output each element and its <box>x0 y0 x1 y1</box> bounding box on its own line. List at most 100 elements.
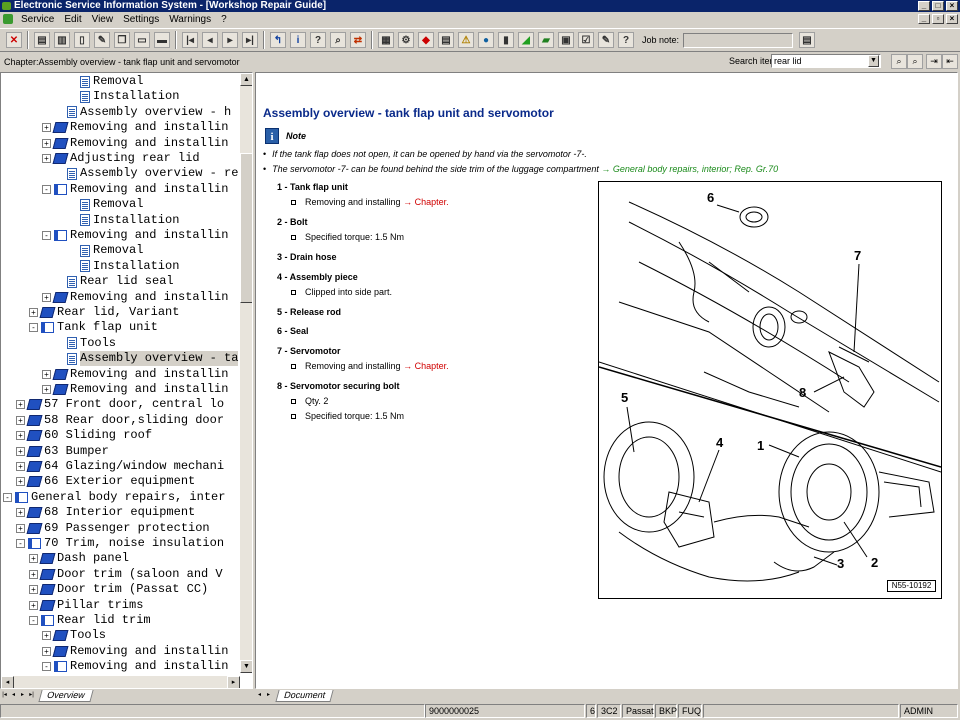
new-document-icon[interactable]: ▯ <box>74 32 90 48</box>
tree-item[interactable]: +57 Front door, central lo <box>16 397 224 412</box>
tab-document[interactable]: Document <box>275 689 334 702</box>
expand-icon[interactable]: + <box>16 400 25 410</box>
expand-icon[interactable]: + <box>29 308 38 317</box>
scroll-left-icon[interactable]: ◂ <box>1 676 14 688</box>
tree-item[interactable]: - Removing and installin <box>42 659 228 674</box>
diagnosis-icon[interactable]: ◆ <box>418 32 434 48</box>
job-note-edit-icon[interactable]: ▤ <box>799 32 816 48</box>
minimize-button[interactable]: _ <box>918 1 930 11</box>
scroll-down-icon[interactable]: ▼ <box>240 660 252 673</box>
tree-item[interactable]: Rear lid seal <box>67 274 174 289</box>
globe-icon[interactable]: ● <box>478 32 494 48</box>
next-page-icon[interactable]: ▸ <box>222 32 238 48</box>
up-level-icon[interactable]: ↰ <box>270 32 286 48</box>
search-dropdown-arrow-icon[interactable]: ▼ <box>868 55 879 67</box>
search-next-icon[interactable]: ⌕ <box>907 54 923 69</box>
tree-item[interactable]: + Removing and installin <box>42 120 228 135</box>
chapter-link[interactable]: → Chapter. <box>403 361 449 371</box>
tab-next-icon[interactable]: ▸ <box>18 691 27 700</box>
fuel-icon[interactable]: ▮ <box>498 32 514 48</box>
tree-item[interactable]: Removal <box>80 243 143 258</box>
tree-item[interactable]: +66 Exterior equipment <box>16 474 195 489</box>
collapse-icon[interactable]: - <box>3 492 12 502</box>
menu-edit[interactable]: Edit <box>59 12 86 27</box>
tab-last-icon[interactable]: ▸| <box>27 691 36 700</box>
tree-item[interactable]: Assembly overview - h <box>67 105 231 120</box>
collapse-icon[interactable]: - <box>42 184 51 194</box>
menu-warnings[interactable]: Warnings <box>164 12 216 27</box>
document-list-icon[interactable]: ▤ <box>438 32 454 48</box>
menu-help[interactable]: ? <box>216 12 232 27</box>
tree-item[interactable]: - Removing and installin <box>42 182 228 197</box>
last-page-icon[interactable]: ▸| <box>242 32 258 48</box>
expand-icon[interactable]: + <box>16 446 25 456</box>
collapse-icon[interactable]: - <box>29 616 38 625</box>
expand-icon[interactable]: + <box>29 585 38 595</box>
expand-icon[interactable]: + <box>42 631 51 641</box>
tree-item[interactable]: + Removing and installin <box>42 644 228 659</box>
workshop-icon[interactable]: ▣ <box>558 32 574 48</box>
checklist-icon[interactable]: ☑ <box>578 32 594 48</box>
expand-icon[interactable]: + <box>42 154 51 163</box>
expand-icon[interactable]: + <box>16 523 25 533</box>
tree-item[interactable]: Tools <box>67 336 116 351</box>
scroll-up-icon[interactable]: ▲ <box>240 73 252 86</box>
green-car-icon[interactable]: ◢ <box>518 32 534 48</box>
tab-first-icon[interactable]: |◂ <box>0 691 9 700</box>
warning-icon[interactable]: ⚠ <box>458 32 474 48</box>
tree-vertical-scrollbar[interactable]: ▲ ▼ <box>240 73 252 673</box>
expand-icon[interactable]: + <box>29 569 38 579</box>
tree-item[interactable]: + Rear lid, Variant <box>29 305 179 320</box>
sync-left-icon[interactable]: ⇥ <box>926 54 942 69</box>
menu-view[interactable]: View <box>87 12 119 27</box>
copy-icon[interactable]: ❐ <box>114 32 130 48</box>
tree-item[interactable]: Installation <box>80 89 179 104</box>
collapse-icon[interactable]: - <box>16 539 25 548</box>
tab-prev-icon[interactable]: ◂ <box>9 691 18 700</box>
menu-service[interactable]: Service <box>16 12 59 27</box>
tree-item[interactable]: + Dash panel <box>29 551 129 566</box>
expand-icon[interactable]: + <box>16 462 25 471</box>
job-note-input[interactable] <box>683 32 794 48</box>
tree-item[interactable]: - Rear lid trim <box>29 613 151 628</box>
chapter-link[interactable]: → General body repairs, interior; Rep. G… <box>601 164 778 174</box>
tree-item[interactable]: +58 Rear door,sliding door <box>16 413 224 428</box>
chapter-link[interactable]: → Chapter. <box>403 197 449 207</box>
collapse-icon[interactable]: - <box>29 323 38 333</box>
close-button[interactable]: × <box>946 1 958 11</box>
tree-horizontal-scrollbar[interactable]: ◂ ▸ <box>1 676 240 688</box>
green-car-alt-icon[interactable]: ▰ <box>538 32 554 48</box>
vehicle-icon[interactable]: ▬ <box>154 32 170 48</box>
maximize-button[interactable]: □ <box>932 1 944 11</box>
tree-item[interactable]: - 70 Trim, noise insulation <box>16 536 224 551</box>
expand-icon[interactable]: + <box>16 477 25 487</box>
tree-item[interactable]: - Tank flap unit <box>29 320 158 335</box>
search-icon[interactable]: ⌕ <box>891 54 907 69</box>
tree-item[interactable]: + Removing and installin <box>42 382 228 397</box>
search-doc-icon[interactable]: ⌕ <box>330 32 346 48</box>
question-doc-icon[interactable]: ? <box>618 32 634 48</box>
expand-icon[interactable]: + <box>42 385 51 394</box>
menu-settings[interactable]: Settings <box>118 12 164 27</box>
tree-item[interactable]: Assembly overview - ta <box>67 351 239 367</box>
expand-icon[interactable]: + <box>16 415 25 425</box>
print-icon[interactable]: ▤ <box>34 32 50 48</box>
expand-icon[interactable]: + <box>42 369 51 379</box>
scroll-thumb[interactable] <box>240 153 252 303</box>
doc-tab-next-icon[interactable]: ▸ <box>264 691 273 700</box>
info-icon[interactable]: i <box>290 32 306 48</box>
edit-icon[interactable]: ✎ <box>94 32 110 48</box>
expand-icon[interactable]: + <box>29 554 38 564</box>
expand-icon[interactable]: + <box>42 646 51 656</box>
expand-icon[interactable]: + <box>42 123 51 133</box>
first-page-icon[interactable]: |◂ <box>182 32 198 48</box>
car-icon[interactable]: ▭ <box>134 32 150 48</box>
tree-item[interactable]: + Removing and installin <box>42 136 228 151</box>
tree-item[interactable]: + Door trim (saloon and V <box>29 567 223 582</box>
expand-icon[interactable]: + <box>16 431 25 441</box>
tree-item[interactable]: - Removing and installin <box>42 228 228 243</box>
expand-icon[interactable]: + <box>16 508 25 518</box>
tree-item[interactable]: + Door trim (Passat CC) <box>29 582 208 597</box>
collapse-icon[interactable]: - <box>42 231 51 240</box>
tree-item[interactable]: +68 Interior equipment <box>16 505 195 520</box>
